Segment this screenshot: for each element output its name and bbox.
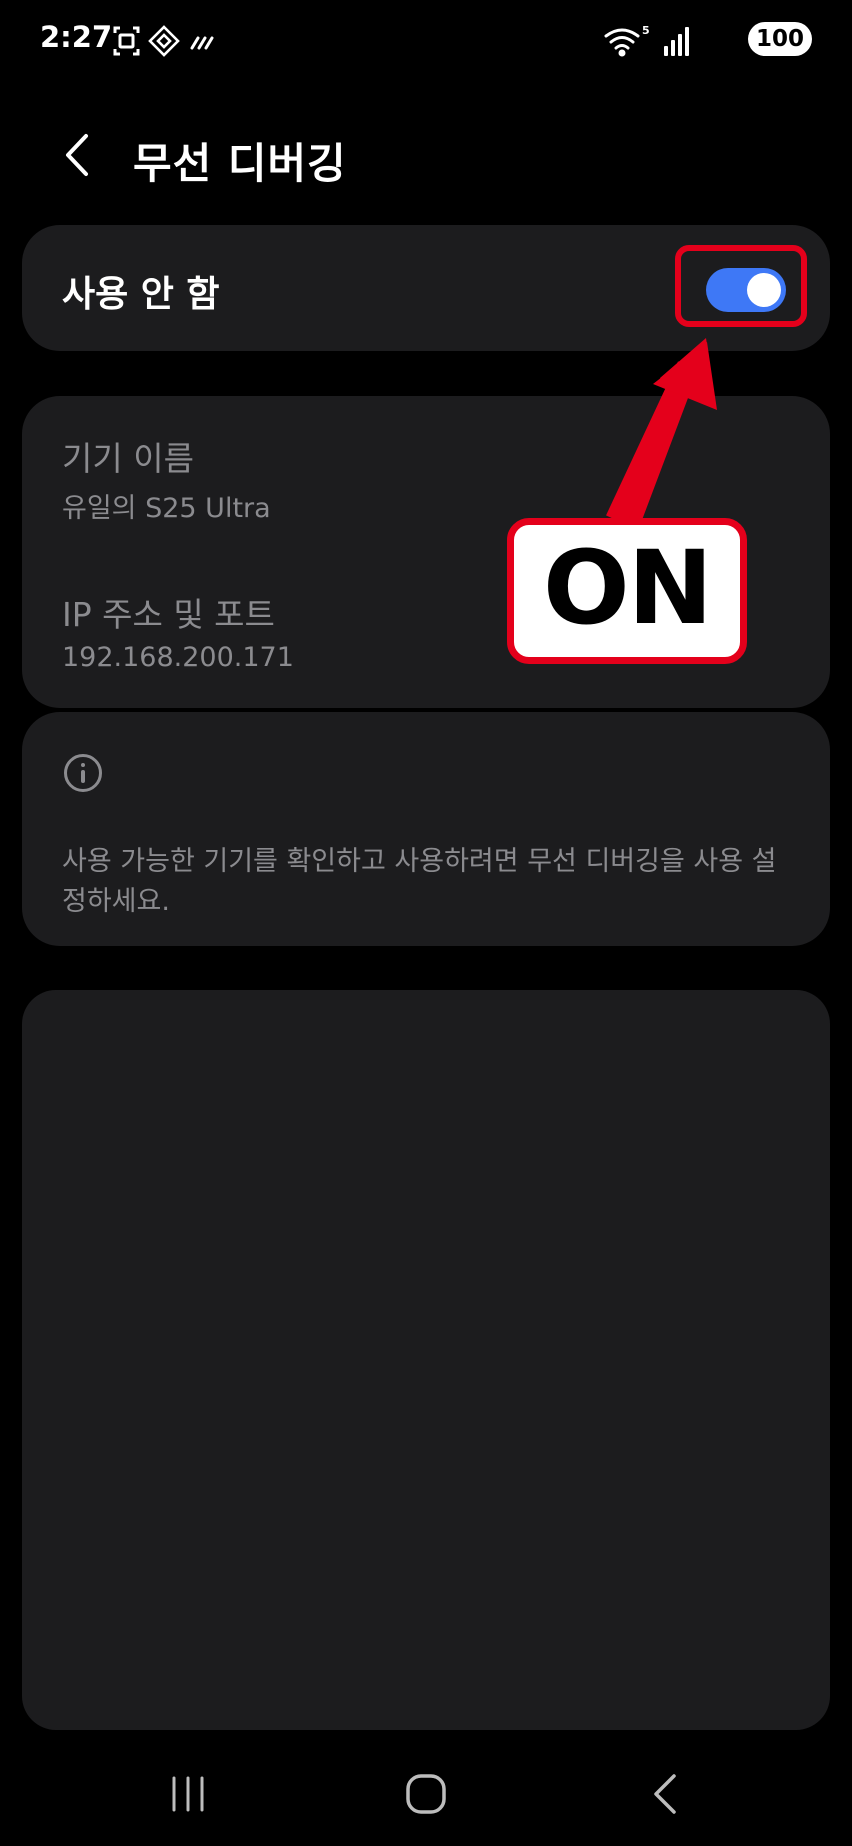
back-icon[interactable] — [636, 1764, 696, 1824]
recent-apps-icon[interactable] — [158, 1764, 218, 1824]
navigation-bar — [0, 1750, 852, 1846]
annotation-arrow — [602, 338, 717, 525]
on-annotation-box: ON — [507, 518, 747, 664]
on-annotation-label: ON — [542, 529, 713, 648]
home-icon[interactable] — [396, 1764, 456, 1824]
